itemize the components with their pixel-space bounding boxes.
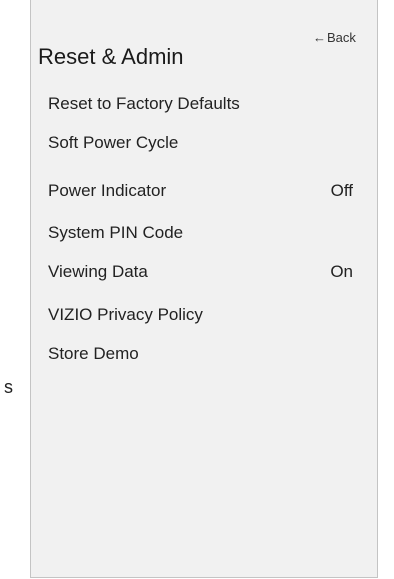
menu-item-label: Soft Power Cycle — [48, 133, 179, 152]
back-button[interactable]: ← Back — [313, 30, 356, 45]
menu-item-label: Power Indicator — [48, 181, 167, 200]
menu-item-label: Reset to Factory Defaults — [48, 94, 240, 113]
screen: s ← Back Reset & Admin Reset to Factory … — [0, 0, 394, 579]
menu-item-vizio-privacy-policy[interactable]: VIZIO Privacy Policy — [31, 300, 377, 330]
background-edge-text: s — [4, 377, 13, 397]
menu-item-power-indicator[interactable]: Power Indicator Off — [31, 176, 377, 206]
menu-item-viewing-data[interactable]: Viewing Data On — [31, 257, 377, 287]
menu-item-label: System PIN Code — [48, 223, 184, 242]
power-indicator-value: Off — [330, 181, 353, 200]
menu-item-label: Store Demo — [48, 344, 139, 363]
back-label: Back — [327, 30, 356, 45]
reset-admin-panel: ← Back Reset & Admin Reset to Factory De… — [30, 0, 378, 578]
back-arrow-icon: ← — [313, 30, 326, 45]
viewing-data-value: On — [330, 262, 353, 281]
menu-item-label: VIZIO Privacy Policy — [48, 305, 203, 324]
menu-item-soft-power-cycle[interactable]: Soft Power Cycle — [31, 128, 377, 158]
panel-title: Reset & Admin — [38, 44, 184, 69]
menu-item-system-pin-code[interactable]: System PIN Code — [31, 218, 377, 248]
menu-item-label: Viewing Data — [48, 262, 148, 281]
menu-item-reset-to-factory-defaults[interactable]: Reset to Factory Defaults — [31, 89, 377, 119]
menu-item-store-demo[interactable]: Store Demo — [31, 339, 377, 369]
